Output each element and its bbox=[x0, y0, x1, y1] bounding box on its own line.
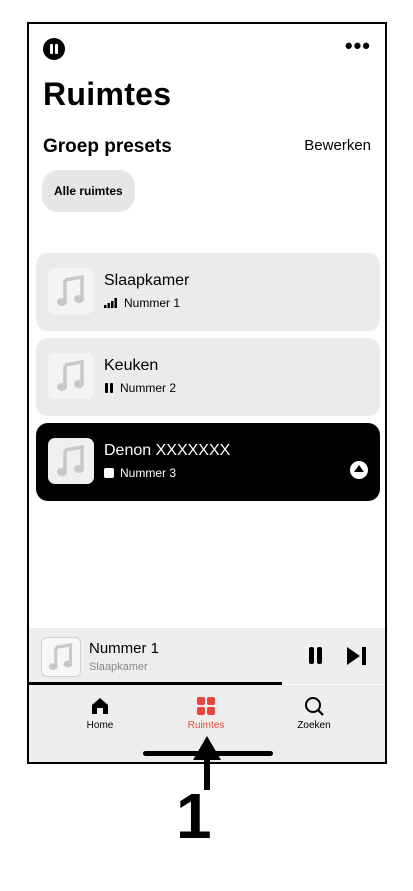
home-icon bbox=[92, 698, 108, 714]
music-note-icon bbox=[48, 643, 73, 670]
room-status: Nummer 3 bbox=[104, 466, 176, 480]
now-playing-room: Slaapkamer bbox=[89, 661, 148, 673]
group-presets-title: Groep presets bbox=[43, 136, 172, 157]
room-name: Keuken bbox=[104, 357, 159, 374]
tab-label: Home bbox=[86, 720, 114, 731]
album-art bbox=[48, 353, 94, 399]
room-card-keuken[interactable]: Keuken Nummer 2 bbox=[36, 338, 380, 416]
music-note-icon bbox=[57, 444, 84, 476]
phone-screen: ••• Ruimtes Groep presets Bewerken Alle … bbox=[27, 22, 387, 764]
pause-icon bbox=[105, 383, 113, 393]
room-name: Slaapkamer bbox=[104, 272, 190, 289]
page-title: Ruimtes bbox=[43, 76, 172, 112]
next-track-button[interactable] bbox=[347, 647, 369, 665]
grid-icon bbox=[197, 697, 215, 715]
music-note-icon bbox=[57, 359, 84, 391]
track-label: Nummer 1 bbox=[124, 296, 181, 310]
tab-home[interactable]: Home bbox=[50, 695, 150, 731]
pause-button[interactable] bbox=[307, 647, 325, 665]
edit-button[interactable]: Bewerken bbox=[304, 137, 371, 154]
track-label: Nummer 2 bbox=[120, 381, 177, 395]
callout-number: 1 bbox=[176, 780, 212, 852]
music-note-icon bbox=[57, 274, 84, 306]
source-icon[interactable] bbox=[350, 461, 368, 479]
preset-chip-all-rooms[interactable]: Alle ruimtes bbox=[42, 170, 135, 212]
more-options-icon[interactable]: ••• bbox=[345, 35, 371, 57]
album-art bbox=[48, 438, 94, 484]
album-art bbox=[41, 637, 81, 677]
album-art bbox=[48, 268, 94, 314]
tab-zoeken[interactable]: Zoeken bbox=[264, 695, 364, 731]
room-name: Denon XXXXXXX bbox=[104, 442, 231, 459]
top-bar: ••• bbox=[29, 24, 385, 68]
room-status: Nummer 2 bbox=[104, 381, 176, 395]
room-status: Nummer 1 bbox=[104, 296, 180, 310]
mini-player[interactable]: Nummer 1 Slaapkamer bbox=[29, 628, 385, 684]
pause-icon[interactable] bbox=[43, 38, 65, 60]
search-icon bbox=[305, 697, 324, 716]
track-label: Nummer 3 bbox=[120, 466, 177, 480]
room-card-slaapkamer[interactable]: Slaapkamer Nummer 1 bbox=[36, 253, 380, 331]
now-playing-track: Nummer 1 bbox=[89, 640, 160, 657]
stop-icon bbox=[104, 468, 114, 478]
signal-icon bbox=[104, 298, 117, 308]
room-card-denon[interactable]: Denon XXXXXXX Nummer 3 bbox=[36, 423, 380, 501]
tab-label: Zoeken bbox=[297, 720, 331, 731]
tab-ruimtes[interactable]: Ruimtes bbox=[156, 695, 256, 731]
tab-label: Ruimtes bbox=[187, 720, 225, 731]
